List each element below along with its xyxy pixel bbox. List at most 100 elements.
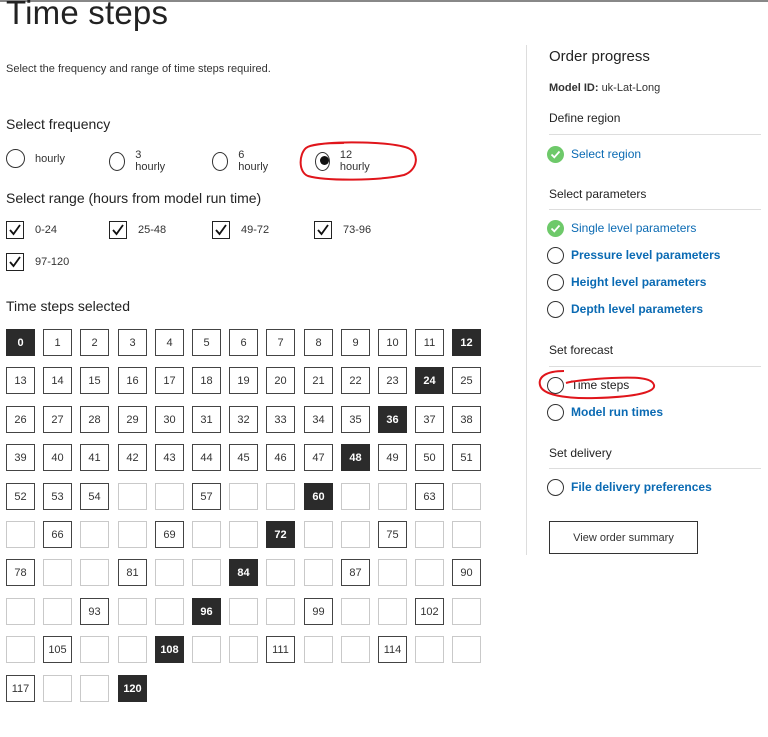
- timestep-cell-40[interactable]: 40: [43, 444, 72, 471]
- timestep-cell-49[interactable]: 49: [378, 444, 407, 471]
- progress-item-label[interactable]: Height level parameters: [571, 275, 706, 289]
- timestep-cell-0[interactable]: 0: [6, 329, 35, 356]
- timestep-cell-16[interactable]: 16: [118, 367, 147, 394]
- timestep-cell-26[interactable]: 26: [6, 406, 35, 433]
- radio-circle[interactable]: [6, 149, 25, 168]
- timestep-cell-111[interactable]: 111: [266, 636, 295, 663]
- timestep-cell-108[interactable]: 108: [155, 636, 184, 663]
- timestep-cell-47[interactable]: 47: [304, 444, 333, 471]
- timestep-cell-105[interactable]: 105: [43, 636, 72, 663]
- timestep-cell-46[interactable]: 46: [266, 444, 295, 471]
- progress-item-label[interactable]: Model run times: [571, 405, 663, 419]
- timestep-cell-4[interactable]: 4: [155, 329, 184, 356]
- timestep-cell-38[interactable]: 38: [452, 406, 481, 433]
- radio-circle-selected[interactable]: [315, 151, 330, 171]
- progress-item-label[interactable]: Select region: [571, 147, 641, 161]
- timestep-cell-51[interactable]: 51: [452, 444, 481, 471]
- frequency-radio-12-hourly[interactable]: 12 hourly: [315, 149, 374, 173]
- progress-item-label[interactable]: Depth level parameters: [571, 302, 703, 316]
- checkbox[interactable]: [6, 221, 24, 239]
- view-order-summary-button[interactable]: View order summary: [549, 521, 698, 554]
- timestep-cell-21[interactable]: 21: [304, 367, 333, 394]
- range-checkbox-0-24[interactable]: 0-24: [6, 221, 57, 239]
- timestep-cell-10[interactable]: 10: [378, 329, 407, 356]
- progress-item-label[interactable]: Pressure level parameters: [571, 248, 720, 262]
- timestep-cell-3[interactable]: 3: [118, 329, 147, 356]
- range-checkbox-49-72[interactable]: 49-72: [212, 221, 269, 239]
- timestep-cell-13[interactable]: 13: [6, 367, 35, 394]
- range-checkbox-97-120[interactable]: 97-120: [6, 253, 69, 271]
- timestep-cell-43[interactable]: 43: [155, 444, 184, 471]
- timestep-cell-93[interactable]: 93: [80, 598, 109, 625]
- progress-item-label[interactable]: File delivery preferences: [571, 480, 712, 494]
- timestep-cell-11[interactable]: 11: [415, 329, 444, 356]
- timestep-cell-36[interactable]: 36: [378, 406, 407, 433]
- timestep-cell-60[interactable]: 60: [304, 483, 333, 510]
- timestep-cell-50[interactable]: 50: [415, 444, 444, 471]
- progress-item-label[interactable]: Single level parameters: [571, 221, 696, 235]
- timestep-cell-20[interactable]: 20: [266, 367, 295, 394]
- timestep-cell-18[interactable]: 18: [192, 367, 221, 394]
- timestep-cell-7[interactable]: 7: [266, 329, 295, 356]
- progress-item-depth-level[interactable]: Depth level parameters: [547, 300, 703, 318]
- timestep-cell-19[interactable]: 19: [229, 367, 258, 394]
- timestep-cell-53[interactable]: 53: [43, 483, 72, 510]
- timestep-cell-12[interactable]: 12: [452, 329, 481, 356]
- timestep-cell-66[interactable]: 66: [43, 521, 72, 548]
- timestep-cell-72[interactable]: 72: [266, 521, 295, 548]
- timestep-cell-28[interactable]: 28: [80, 406, 109, 433]
- timestep-cell-75[interactable]: 75: [378, 521, 407, 548]
- timestep-cell-9[interactable]: 9: [341, 329, 370, 356]
- timestep-cell-45[interactable]: 45: [229, 444, 258, 471]
- frequency-radio-3-hourly[interactable]: 3 hourly: [109, 149, 168, 173]
- timestep-cell-17[interactable]: 17: [155, 367, 184, 394]
- radio-circle[interactable]: [212, 151, 229, 171]
- timestep-cell-120[interactable]: 120: [118, 675, 147, 702]
- timestep-cell-6[interactable]: 6: [229, 329, 258, 356]
- timestep-cell-117[interactable]: 117: [6, 675, 35, 702]
- timestep-cell-15[interactable]: 15: [80, 367, 109, 394]
- timestep-cell-96[interactable]: 96: [192, 598, 221, 625]
- timestep-cell-99[interactable]: 99: [304, 598, 333, 625]
- timestep-cell-23[interactable]: 23: [378, 367, 407, 394]
- timestep-cell-39[interactable]: 39: [6, 444, 35, 471]
- timestep-cell-1[interactable]: 1: [43, 329, 72, 356]
- progress-item-height-level[interactable]: Height level parameters: [547, 273, 706, 291]
- frequency-radio-hourly[interactable]: hourly: [6, 149, 65, 168]
- timestep-cell-33[interactable]: 33: [266, 406, 295, 433]
- timestep-cell-69[interactable]: 69: [155, 521, 184, 548]
- timestep-cell-63[interactable]: 63: [415, 483, 444, 510]
- timestep-cell-5[interactable]: 5: [192, 329, 221, 356]
- timestep-cell-24[interactable]: 24: [415, 367, 444, 394]
- timestep-cell-48[interactable]: 48: [341, 444, 370, 471]
- timestep-cell-87[interactable]: 87: [341, 559, 370, 586]
- timestep-cell-25[interactable]: 25: [452, 367, 481, 394]
- checkbox[interactable]: [212, 221, 230, 239]
- progress-item-model-run-times[interactable]: Model run times: [547, 403, 663, 421]
- timestep-cell-78[interactable]: 78: [6, 559, 35, 586]
- timestep-cell-32[interactable]: 32: [229, 406, 258, 433]
- timestep-cell-102[interactable]: 102: [415, 598, 444, 625]
- timestep-cell-29[interactable]: 29: [118, 406, 147, 433]
- timestep-cell-22[interactable]: 22: [341, 367, 370, 394]
- timestep-cell-54[interactable]: 54: [80, 483, 109, 510]
- timestep-cell-90[interactable]: 90: [452, 559, 481, 586]
- timestep-cell-41[interactable]: 41: [80, 444, 109, 471]
- timestep-cell-81[interactable]: 81: [118, 559, 147, 586]
- progress-item-pressure-level[interactable]: Pressure level parameters: [547, 246, 720, 264]
- timestep-cell-42[interactable]: 42: [118, 444, 147, 471]
- checkbox[interactable]: [6, 253, 24, 271]
- timestep-cell-52[interactable]: 52: [6, 483, 35, 510]
- timestep-cell-2[interactable]: 2: [80, 329, 109, 356]
- radio-circle[interactable]: [109, 151, 126, 171]
- timestep-cell-14[interactable]: 14: [43, 367, 72, 394]
- progress-item-single-level[interactable]: Single level parameters: [547, 219, 696, 237]
- timestep-cell-8[interactable]: 8: [304, 329, 333, 356]
- progress-item-time-steps[interactable]: Time steps: [547, 376, 629, 394]
- timestep-cell-37[interactable]: 37: [415, 406, 444, 433]
- timestep-cell-27[interactable]: 27: [43, 406, 72, 433]
- range-checkbox-25-48[interactable]: 25-48: [109, 221, 166, 239]
- timestep-cell-35[interactable]: 35: [341, 406, 370, 433]
- checkbox[interactable]: [109, 221, 127, 239]
- progress-item-select-region[interactable]: Select region: [547, 145, 641, 163]
